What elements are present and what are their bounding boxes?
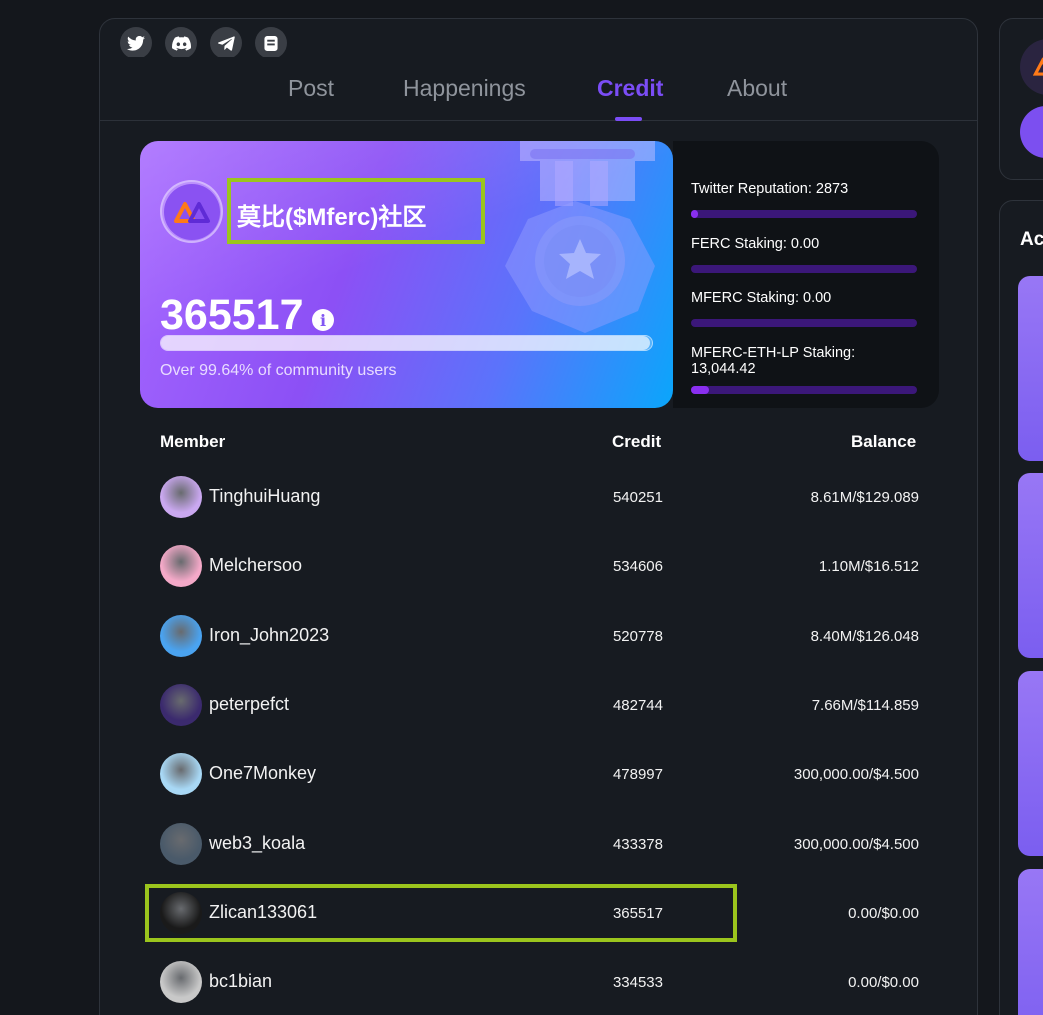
- avatar[interactable]: [160, 683, 202, 726]
- side-activities-card: Ac: [999, 200, 1043, 1015]
- side-community-card: [999, 18, 1043, 180]
- column-header-balance[interactable]: Balance: [851, 432, 916, 452]
- stat-label: MFERC Staking: 0.00: [691, 290, 832, 306]
- table-row[interactable]: Iron_John2023 520778 8.40M/$126.048: [140, 603, 940, 672]
- progress-fill: [161, 336, 651, 350]
- avatar[interactable]: [160, 822, 202, 865]
- percentile-text: Over 99.64% of community users: [160, 362, 397, 379]
- member-credit: 482744: [612, 696, 663, 714]
- discord-icon[interactable]: [165, 27, 197, 59]
- activity-card[interactable]: [1018, 671, 1043, 856]
- member-credit: 433378: [612, 835, 663, 853]
- table-row[interactable]: bc1bian 334533 0.00/$0.00: [140, 949, 940, 1015]
- avatar[interactable]: [160, 545, 202, 588]
- member-credit: 540251: [612, 489, 663, 506]
- member-name[interactable]: One7Monkey: [209, 763, 316, 784]
- avatar[interactable]: [160, 961, 202, 1004]
- telegram-icon[interactable]: [210, 27, 242, 59]
- stat-label: MFERC-ETH-LP Staking: 13,044.42: [691, 345, 856, 377]
- activity-card[interactable]: [1018, 869, 1043, 1015]
- member-credit: 334533: [612, 974, 663, 992]
- credit-hero-card: 莫比($Mferc)社区 365517 i Over 99.64% of com…: [140, 141, 673, 408]
- member-name[interactable]: Iron_John2023: [209, 625, 329, 646]
- community-logo-icon: [173, 201, 210, 223]
- column-header-member: Member: [160, 432, 226, 451]
- tab-credit[interactable]: Credit: [597, 75, 663, 102]
- member-credit: 520778: [612, 627, 663, 645]
- stat-mferc-staking: MFERC Staking: 0.00: [691, 290, 919, 327]
- activities-title: Ac: [1020, 229, 1043, 250]
- table-row[interactable]: peterpefct 482744 7.66M/$114.859: [140, 672, 940, 741]
- tab-happenings[interactable]: Happenings: [403, 75, 526, 102]
- member-name[interactable]: Melchersoo: [209, 555, 302, 576]
- member-balance: 7.66M/$114.859: [811, 696, 919, 714]
- member-name[interactable]: bc1bian: [209, 971, 272, 992]
- member-balance: 8.61M/$129.089: [810, 489, 919, 506]
- credit-score: 365517: [160, 291, 304, 339]
- member-balance: 300,000.00/$4.500: [793, 835, 919, 853]
- column-header-credit[interactable]: Credit: [612, 432, 661, 452]
- twitter-icon[interactable]: [120, 27, 152, 59]
- activity-card[interactable]: [1018, 276, 1043, 461]
- avatar[interactable]: [160, 753, 202, 796]
- stat-ferc-staking: FERC Staking: 0.00: [691, 236, 919, 273]
- member-balance: 1.10M/$16.512: [818, 558, 919, 576]
- activity-card[interactable]: [1018, 473, 1043, 658]
- tab-about[interactable]: About: [727, 75, 787, 102]
- member-credit: 534606: [612, 558, 663, 576]
- table-row[interactable]: TinghuiHuang 540251 8.61M/$129.089: [140, 464, 940, 533]
- stat-lp-staking: MFERC-ETH-LP Staking: 13,044.42: [691, 345, 919, 394]
- stat-label: FERC Staking: 0.00: [691, 236, 820, 252]
- join-button[interactable]: [1020, 106, 1043, 158]
- member-credit: 478997: [612, 766, 663, 784]
- member-name[interactable]: TinghuiHuang: [209, 486, 320, 507]
- medal-icon: [505, 141, 655, 333]
- member-balance: 300,000.00/$4.500: [793, 766, 919, 784]
- member-name[interactable]: peterpefct: [209, 694, 289, 715]
- community-avatar: [160, 180, 223, 243]
- info-icon[interactable]: i: [312, 309, 334, 331]
- member-balance: 0.00/$0.00: [848, 974, 919, 992]
- community-logo-icon: [1020, 39, 1043, 95]
- docs-icon[interactable]: [255, 27, 287, 59]
- credit-breakdown-panel: Twitter Reputation: 2873 FERC Staking: 0…: [673, 141, 939, 408]
- highlight-box: [227, 178, 485, 244]
- highlight-box: [145, 884, 737, 942]
- table-row[interactable]: Melchersoo 534606 1.10M/$16.512: [140, 533, 940, 602]
- stat-label: Twitter Reputation: 2873: [691, 181, 849, 197]
- table-row[interactable]: One7Monkey 478997 300,000.00/$4.500: [140, 741, 940, 810]
- stat-bar: [691, 264, 917, 273]
- main-card: Post Happenings Credit About 莫比($Mferc)社…: [99, 18, 978, 1015]
- stat-twitter-reputation: Twitter Reputation: 2873: [691, 181, 919, 218]
- avatar[interactable]: [160, 614, 202, 657]
- tab-bar: Post Happenings Credit About: [100, 57, 977, 121]
- stat-bar: [691, 385, 917, 394]
- active-tab-indicator: [615, 117, 642, 121]
- table-row[interactable]: web3_koala 433378 300,000.00/$4.500: [140, 811, 940, 880]
- member-name[interactable]: web3_koala: [209, 833, 305, 854]
- avatar[interactable]: [160, 476, 202, 518]
- social-links: [120, 27, 287, 59]
- stat-bar: [691, 209, 917, 218]
- percentile-progress-bar: [160, 335, 653, 351]
- stat-bar: [691, 318, 917, 327]
- member-balance: 0.00/$0.00: [848, 904, 919, 922]
- tab-post[interactable]: Post: [288, 75, 334, 102]
- member-balance: 8.40M/$126.048: [810, 627, 919, 645]
